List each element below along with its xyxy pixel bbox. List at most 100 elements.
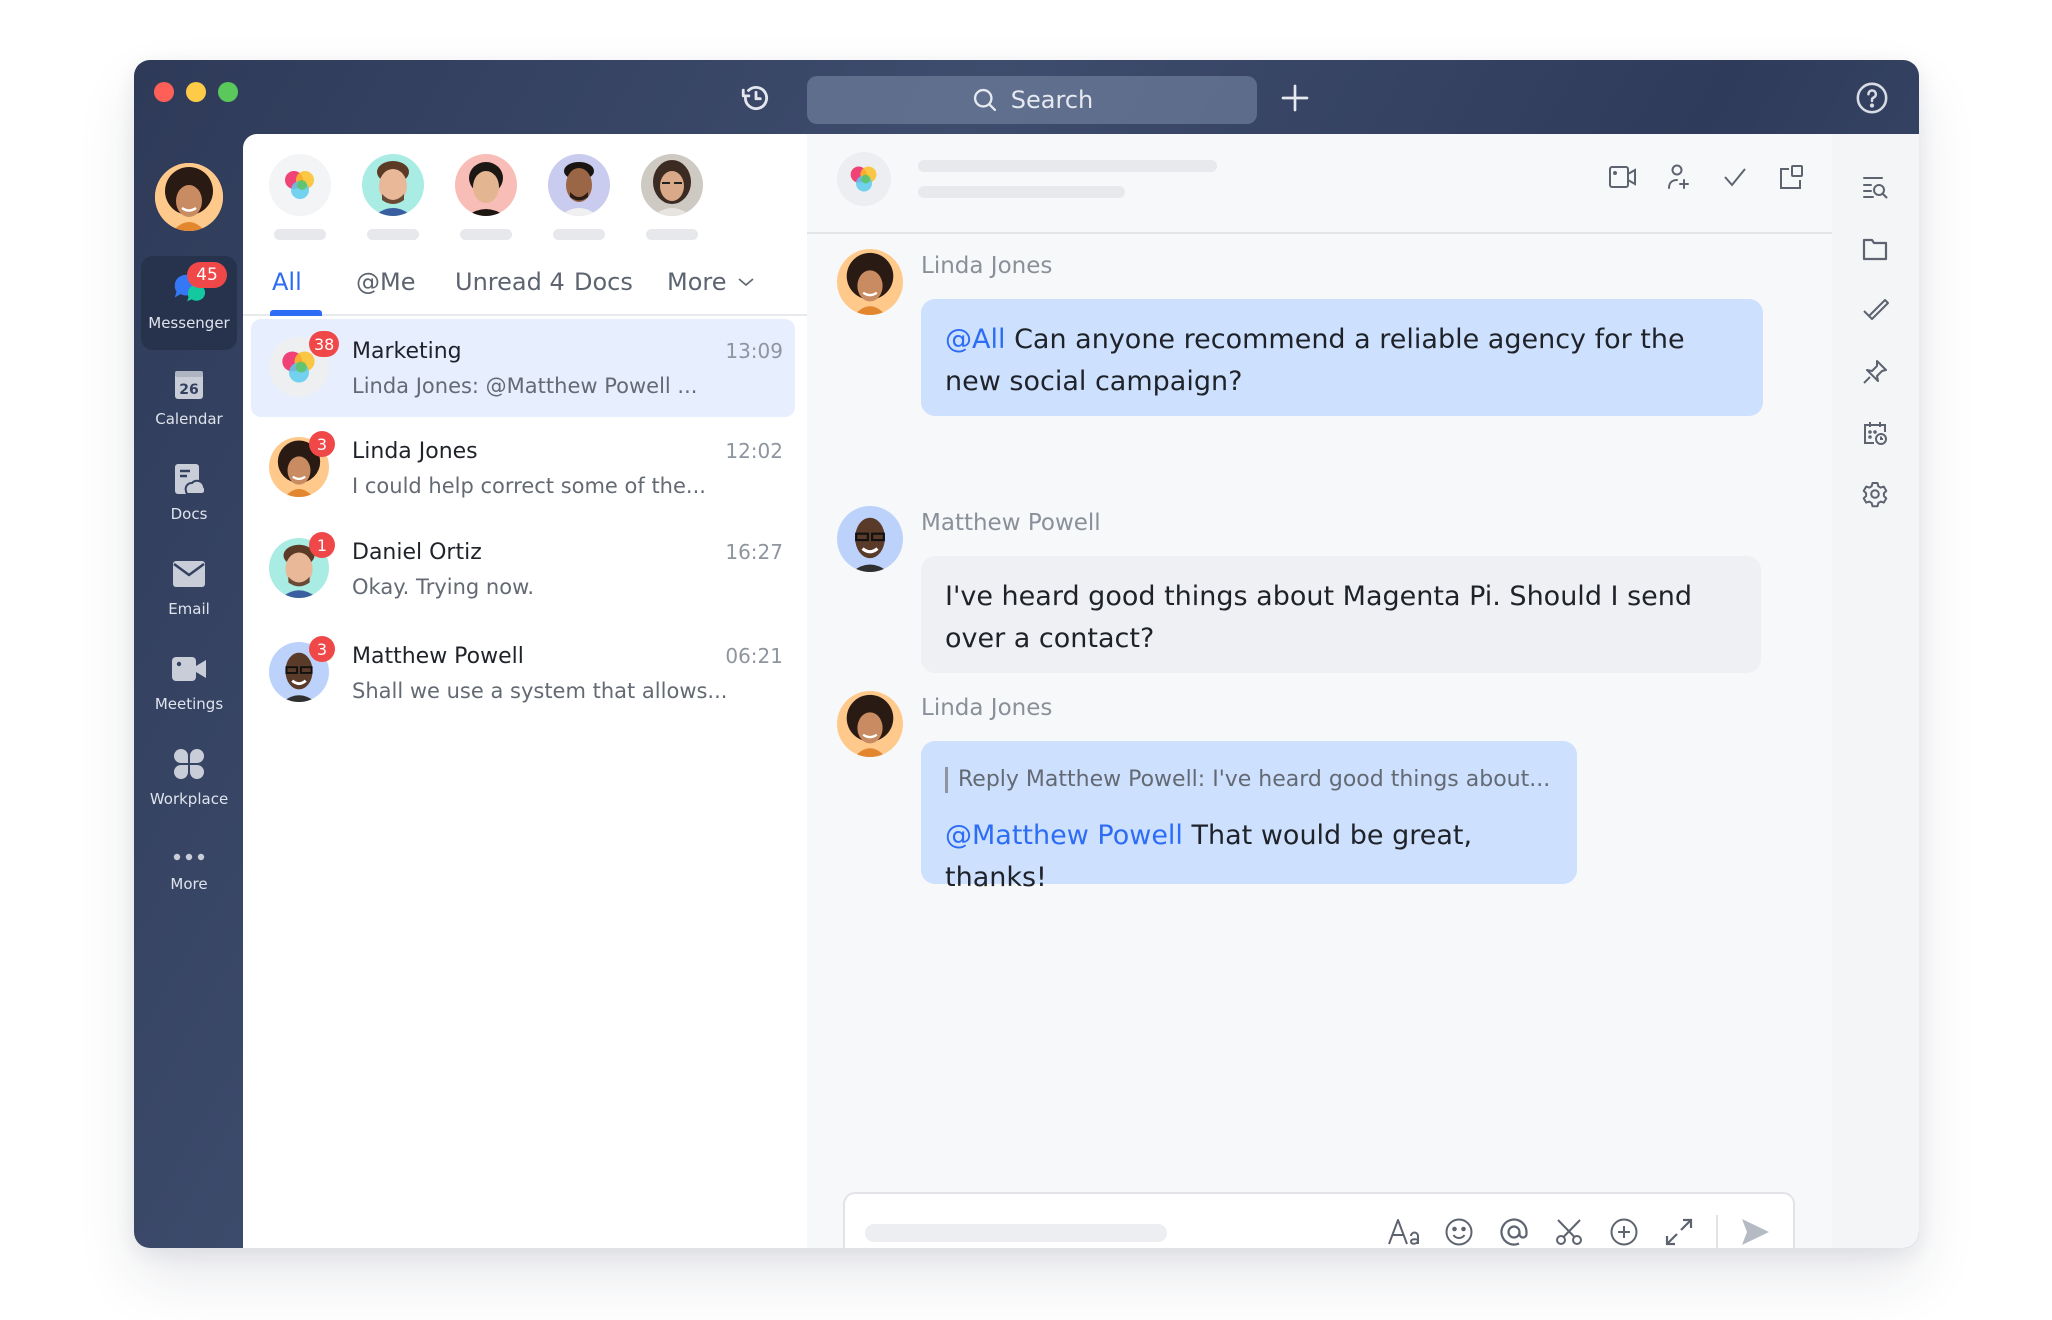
conversation-item[interactable]: 3 Matthew Powell 06:21 Shall we use a sy… (251, 624, 795, 722)
tasks-button[interactable] (1857, 292, 1893, 328)
emoji-button[interactable] (1441, 1212, 1477, 1248)
video-call-icon (1609, 166, 1636, 188)
calendar-event-icon (1864, 422, 1887, 445)
pinned-contact[interactable] (269, 154, 331, 240)
help-button[interactable] (1854, 80, 1890, 116)
calendar-event-button[interactable] (1857, 415, 1893, 451)
message-text: Can anyone recommend a reliable agency f… (945, 324, 1685, 397)
message-bubble[interactable]: I've heard good things about Magenta Pi.… (921, 556, 1761, 673)
send-button[interactable] (1737, 1212, 1773, 1248)
unread-badge: 1 (309, 532, 335, 558)
expand-composer-button[interactable] (1661, 1212, 1697, 1248)
pinned-contact[interactable] (548, 154, 610, 240)
conversation-item[interactable]: 38 Marketing 13:09 Linda Jones: @Matthew… (251, 319, 795, 417)
pinned-button[interactable] (1857, 354, 1893, 390)
chevron-down-icon (737, 278, 754, 287)
toolbar-divider (1716, 1215, 1718, 1248)
mention-button[interactable] (1496, 1212, 1532, 1248)
new-window-icon (1780, 165, 1803, 189)
new-item-button[interactable] (1277, 80, 1313, 116)
group-logo-icon (285, 171, 314, 199)
conversation-time: 12:02 (725, 439, 783, 463)
tab-docs[interactable]: Docs (574, 268, 633, 296)
screenshot-button[interactable] (1551, 1212, 1587, 1248)
conversation-name: Matthew Powell (352, 644, 524, 669)
conversation-time: 06:21 (725, 644, 783, 668)
window-controls (154, 82, 238, 102)
contact-avatar (641, 154, 703, 216)
nav-more[interactable]: More (141, 827, 237, 921)
conversation-preview: Shall we use a system that allows... (352, 679, 728, 703)
nav-docs-label: Docs (170, 505, 208, 523)
tab-unread[interactable]: Unread 4 (455, 268, 565, 296)
tab-more[interactable]: More (667, 268, 755, 296)
conversation-name: Marketing (352, 339, 462, 364)
emoji-icon (1445, 1218, 1473, 1246)
text-format-icon (1388, 1219, 1419, 1245)
tasks-icon (1863, 299, 1889, 320)
contact-avatar (548, 154, 610, 216)
nav-calendar[interactable]: 26 Calendar (141, 352, 237, 446)
text-format-button[interactable] (1386, 1212, 1422, 1248)
search-input[interactable]: Search (807, 76, 1257, 124)
user-avatar[interactable] (155, 163, 223, 231)
sender-name: Linda Jones (921, 695, 1053, 721)
add-member-button[interactable] (1662, 160, 1696, 194)
history-button[interactable] (738, 80, 774, 116)
sender-avatar[interactable] (837, 249, 903, 315)
conversation-item[interactable]: 3 Linda Jones 12:02 I could help correct… (251, 419, 795, 517)
pinned-contact[interactable] (641, 154, 703, 240)
settings-button[interactable] (1857, 476, 1893, 512)
pinned-contact[interactable] (362, 154, 424, 240)
nav-calendar-label: Calendar (155, 410, 223, 428)
conversation-avatar: 1 (269, 532, 335, 598)
history-icon (741, 85, 768, 111)
messenger-unread-badge: 45 (187, 262, 227, 288)
files-button[interactable] (1857, 231, 1893, 267)
add-attachment-icon (1610, 1218, 1638, 1246)
nav-email[interactable]: Email (141, 542, 237, 636)
pinned-contacts-strip (269, 154, 703, 240)
tab-more-label: More (667, 268, 727, 296)
conversation-preview: I could help correct some of the... (352, 474, 706, 498)
conversation-time: 16:27 (725, 540, 783, 564)
nav-workplace[interactable]: Workplace (141, 732, 237, 826)
new-window-button[interactable] (1774, 160, 1808, 194)
group-logo-icon (850, 166, 877, 192)
nav-meetings[interactable]: Meetings (141, 637, 237, 731)
minimize-window-button[interactable] (186, 82, 206, 102)
chat-pane: Linda Jones @All Can anyone recommend a … (807, 134, 1832, 1248)
message-bubble[interactable]: @All Can anyone recommend a reliable age… (921, 299, 1763, 416)
search-history-button[interactable] (1857, 170, 1893, 206)
close-window-button[interactable] (154, 82, 174, 102)
tab-at-me[interactable]: @Me (356, 268, 415, 296)
conversation-name: Linda Jones (352, 439, 478, 464)
chat-tools-rail (1832, 134, 1919, 1248)
chat-header (807, 134, 1832, 234)
nav-meetings-label: Meetings (154, 695, 224, 713)
mark-done-button[interactable] (1718, 160, 1752, 194)
sender-avatar[interactable] (837, 506, 903, 572)
chat-group-avatar[interactable] (837, 152, 891, 206)
add-attachment-button[interactable] (1606, 1212, 1642, 1248)
contact-avatar (362, 154, 424, 216)
maximize-window-button[interactable] (218, 82, 238, 102)
pinned-contact[interactable] (455, 154, 517, 240)
mention-link[interactable]: @All (945, 324, 1005, 355)
video-call-button[interactable] (1606, 160, 1640, 194)
more-dots-icon (171, 847, 207, 867)
sender-avatar[interactable] (837, 691, 903, 757)
nav-docs[interactable]: Docs (141, 447, 237, 541)
conversation-avatar: 38 (269, 331, 340, 397)
mention-link[interactable]: @Matthew Powell (945, 820, 1183, 851)
calendar-icon: 26 (171, 366, 207, 402)
message-bubble[interactable]: Reply Matthew Powell: I've heard good th… (921, 741, 1577, 893)
tab-all[interactable]: All (272, 268, 302, 296)
chat-header-actions (1606, 160, 1808, 194)
conversation-avatar: 3 (269, 431, 335, 497)
email-icon (171, 556, 207, 592)
message-input[interactable] (865, 1224, 1167, 1242)
nav-messenger[interactable]: 45 Messenger (141, 256, 237, 350)
conversation-item[interactable]: 1 Daniel Ortiz 16:27 Okay. Trying now. (251, 520, 795, 618)
reply-quote[interactable]: Reply Matthew Powell: I've heard good th… (945, 767, 1553, 793)
